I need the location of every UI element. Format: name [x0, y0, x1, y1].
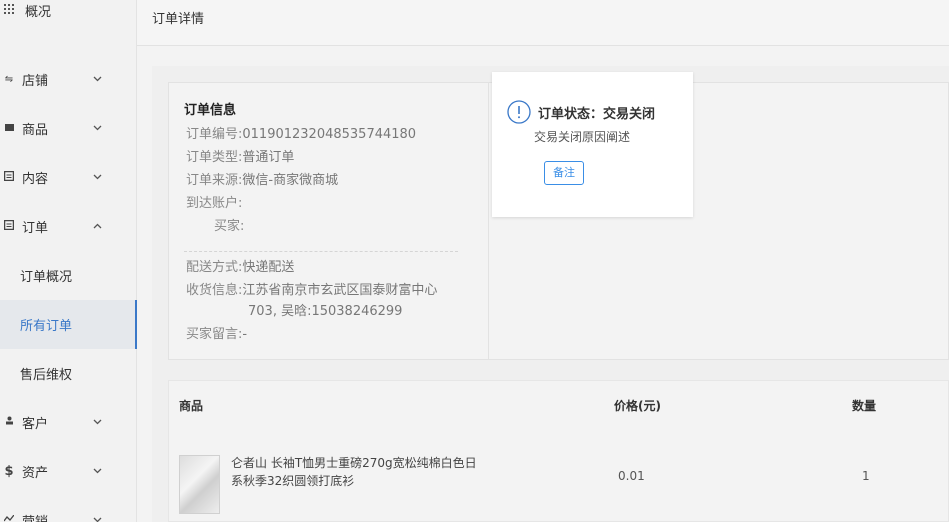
product-quantity: 1	[862, 469, 870, 483]
sidebar-item-orders[interactable]: 订单	[0, 206, 137, 246]
delivery-label: 配送方式:	[186, 260, 243, 275]
buyer-label: 买家:	[214, 219, 245, 234]
store-icon: ⇋	[4, 73, 14, 85]
dollar-icon: $	[4, 463, 14, 479]
sidebar-item-label: 营销	[22, 514, 49, 522]
address-row: 收货信息:江苏省南京市玄武区国泰财富中心	[186, 279, 437, 298]
grid-icon	[3, 3, 15, 17]
chevron-down-icon	[92, 74, 102, 85]
chevron-down-icon	[92, 123, 102, 134]
order-source-value: 微信-商家微商城	[242, 173, 339, 188]
buyer-row: 买家:	[214, 215, 244, 234]
sidebar-item-goods[interactable]: 商品	[0, 108, 137, 148]
page-header: 订单详情	[137, 0, 949, 46]
order-icon	[3, 219, 15, 233]
sidebar-subitem-order-overview[interactable]: 订单概况	[0, 255, 137, 295]
page-title: 订单详情	[152, 12, 205, 27]
column-header-price: 价格(元)	[614, 399, 661, 413]
sidebar-subitem-label: 订单概况	[20, 269, 73, 285]
sidebar-subitem-label: 所有订单	[20, 319, 73, 334]
message-value: -	[242, 327, 248, 342]
order-type-row: 订单类型:普通订单	[186, 146, 294, 165]
delivery-row: 配送方式:快递配送	[186, 256, 294, 275]
chevron-down-icon	[92, 466, 102, 477]
column-header-product: 商品	[179, 399, 204, 413]
sidebar-item-assets[interactable]: $ 资产	[0, 451, 137, 491]
sidebar-item-label: 订单	[22, 220, 49, 236]
order-type-value: 普通订单	[242, 150, 295, 165]
divider	[488, 82, 489, 360]
sidebar-subitem-label: 售后维权	[20, 367, 73, 383]
sidebar-subitem-all-orders[interactable]: 所有订单	[0, 300, 137, 349]
sidebar-item-customers[interactable]: 客户	[0, 402, 137, 442]
sidebar-item-label: 概况	[25, 4, 52, 20]
sidebar-item-store[interactable]: ⇋ 店铺	[0, 59, 137, 99]
address-value-line2: 703, 吴晗:15038246299	[248, 304, 403, 319]
sidebar-item-label: 资产	[22, 465, 49, 481]
product-thumbnail[interactable]	[179, 455, 220, 514]
sidebar-item-content[interactable]: 内容	[0, 157, 137, 197]
order-info-title: 订单信息	[184, 103, 237, 118]
order-source-label: 订单来源:	[186, 173, 243, 188]
address-value-line1: 江苏省南京市玄武区国泰财富中心	[242, 283, 438, 298]
marketing-icon	[3, 514, 15, 522]
dashed-divider	[184, 251, 458, 252]
account-row: 到达账户:	[186, 192, 242, 211]
delivery-value: 快递配送	[242, 260, 295, 275]
message-row: 买家留言:-	[186, 323, 247, 342]
sidebar: 概况 ⇋ 店铺 商品 内容 订单 订单概况 所有订单 售后维权 客户 $ 资产 …	[0, 0, 137, 522]
order-number-row: 订单编号:011901232048535744180	[186, 123, 416, 142]
account-label: 到达账户:	[186, 196, 243, 211]
sidebar-item-overview[interactable]: 概况	[0, 0, 137, 30]
sidebar-item-label: 客户	[22, 416, 49, 432]
product-price: 0.01	[618, 469, 645, 483]
sidebar-item-label: 商品	[22, 122, 49, 138]
remark-button[interactable]: 备注	[544, 161, 584, 185]
address-label: 收货信息:	[186, 283, 243, 298]
chevron-down-icon	[92, 172, 102, 183]
exclamation-circle-icon	[507, 100, 531, 124]
message-label: 买家留言:	[186, 327, 243, 342]
close-reason-text: 交易关闭原因阐述	[534, 130, 631, 144]
sidebar-item-label: 内容	[22, 171, 49, 187]
address-row-2: 703, 吴晗:15038246299	[248, 300, 402, 319]
product-table	[168, 380, 949, 522]
order-source-row: 订单来源:微信-商家微商城	[186, 169, 338, 188]
chevron-up-icon	[92, 221, 102, 232]
order-number-label: 订单编号:	[186, 127, 243, 142]
sidebar-item-label: 店铺	[22, 73, 49, 89]
sidebar-subitem-after-sales[interactable]: 售后维权	[0, 353, 137, 393]
customer-icon	[3, 416, 15, 428]
column-header-quantity: 数量	[852, 399, 877, 413]
order-number-value: 011901232048535744180	[242, 127, 417, 142]
chevron-down-icon	[92, 417, 102, 428]
sidebar-item-marketing[interactable]: 营销	[0, 500, 137, 522]
goods-icon	[3, 123, 15, 134]
product-name-link[interactable]: 仑者山 长袖T恤男士重磅270g宽松纯棉白色日系秋季32织圆领打底衫	[231, 454, 481, 490]
order-type-label: 订单类型:	[186, 150, 243, 165]
content-icon	[3, 170, 15, 184]
chevron-down-icon	[92, 515, 102, 522]
order-status-title: 订单状态：交易关闭	[538, 107, 656, 122]
